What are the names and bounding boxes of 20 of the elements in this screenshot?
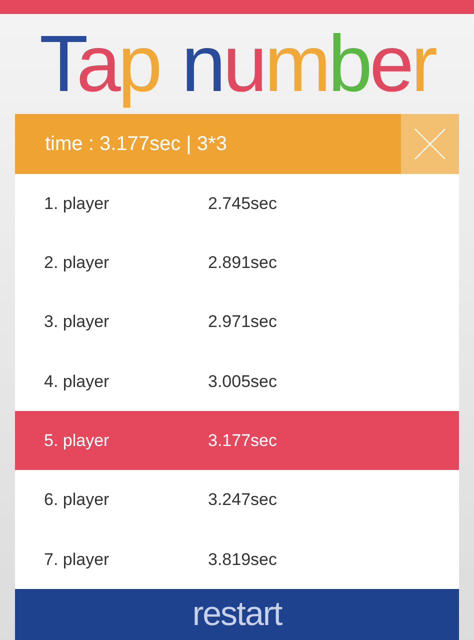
close-button[interactable] — [401, 114, 459, 174]
player-rank: 4. player — [43, 370, 110, 393]
result-text: time : 3.177sec | 3*3 — [44, 132, 228, 157]
restart-button[interactable]: restart — [15, 589, 459, 640]
player-rank: 3. player — [43, 311, 110, 334]
player-time: 3.819sec — [208, 548, 277, 571]
player-time: 2.745sec — [208, 192, 277, 215]
player-rank: 2. player — [43, 252, 110, 274]
app-title: number — [181, 24, 435, 104]
player-time: 2.891sec — [208, 252, 277, 274]
player-rank: 5. player — [43, 430, 110, 452]
player-rank: 1. player — [43, 192, 110, 215]
player-rank: 6. player — [43, 489, 110, 512]
player-time: 3.005sec — [208, 370, 277, 393]
ranking-row[interactable]: 5. player 3.177sec — [15, 411, 459, 470]
close-icon — [414, 128, 446, 160]
player-rank: 7. player — [43, 548, 110, 571]
player-time: 3.247sec — [208, 489, 277, 512]
player-time: 3.177sec — [208, 430, 277, 452]
player-time: 2.971sec — [208, 311, 277, 334]
